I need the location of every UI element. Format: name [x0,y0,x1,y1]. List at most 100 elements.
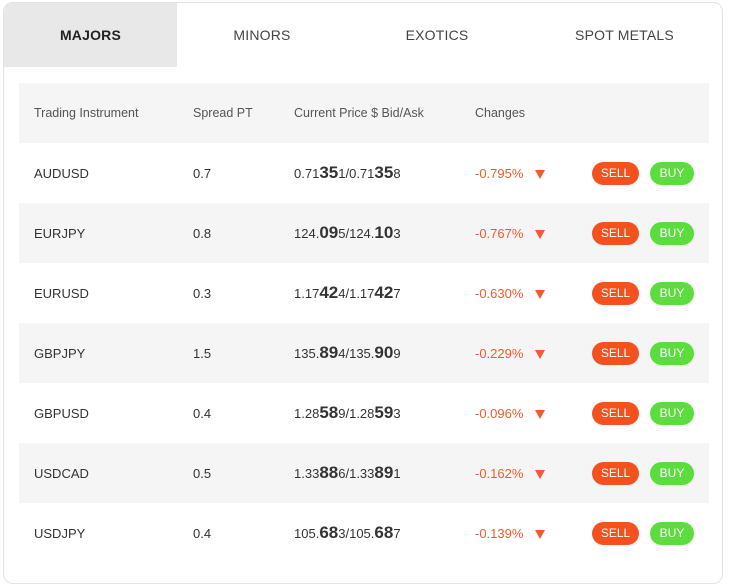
buy-button[interactable]: BUY [650,161,694,185]
tab-spot-metals[interactable]: SPOT METALS [527,3,722,67]
ask-pips: 35 [374,163,394,182]
trade-actions: SELL BUY [578,401,709,425]
ask-pips: 59 [374,403,394,422]
bid-ask-price: 124.095/124.103 [279,223,460,243]
bid-ask-price: 135.894/135.909 [279,343,460,363]
sell-button[interactable]: SELL [592,281,639,305]
change-value: -0.229% [475,345,524,361]
table-row: GBPUSD 0.4 1.28589/1.28593 -0.096% SELL BUY [19,383,709,443]
buy-button[interactable]: BUY [650,341,694,365]
category-tabs: MAJORS MINORS EXOTICS SPOT METALS [4,3,722,67]
change-cell: -0.096% [460,406,578,421]
bid-prefix: 1.28 [294,406,320,421]
sell-button[interactable]: SELL [592,341,639,365]
bid-prefix: 0.71 [294,166,320,181]
spread-value: 1.5 [193,345,212,361]
ask-pips: 68 [374,523,394,542]
table-header: Trading Instrument Spread PT Current Pri… [19,83,709,143]
bid-pips: 09 [319,223,339,242]
instrument-name: USDCAD [34,465,89,481]
tab-exotics[interactable]: EXOTICS [347,3,527,67]
change-value: -0.162% [475,465,524,481]
instrument-name: AUDUSD [34,165,89,181]
down-triangle-icon [535,469,546,479]
change-value: -0.139% [475,525,524,541]
instruments-table: Trading Instrument Spread PT Current Pri… [19,83,709,563]
table-body: AUDUSD 0.7 0.71351/0.71358 -0.795% SELL BUY EU… [19,143,709,563]
change-value: -0.630% [475,285,524,301]
bid-pips: 68 [319,523,339,542]
ask-prefix: 1.28 [349,406,375,421]
table-row: AUDUSD 0.7 0.71351/0.71358 -0.795% SELL BUY [19,143,709,203]
tab-majors[interactable]: MAJORS [4,3,177,67]
bid-ask-price: 1.33886/1.33891 [279,463,460,483]
ask-suffix: 1 [393,466,401,481]
spread-value: 0.7 [193,165,212,181]
bid-ask-price: 0.71351/0.71358 [279,163,460,183]
bid-pips: 42 [319,283,339,302]
header-price: Current Price $ Bid/Ask [294,106,424,120]
change-cell: -0.795% [460,166,578,181]
change-cell: -0.162% [460,466,578,481]
ask-suffix: 7 [393,286,401,301]
bid-prefix: 1.17 [294,286,320,301]
spread-value: 0.4 [193,525,212,541]
tab-minors[interactable]: MINORS [177,3,347,67]
instrument-name: EURJPY [34,225,86,241]
bid-pips: 35 [319,163,339,182]
bid-prefix: 124. [294,226,320,241]
change-cell: -0.229% [460,346,578,361]
buy-button[interactable]: BUY [650,521,694,545]
trade-actions: SELL BUY [578,161,709,185]
trade-actions: SELL BUY [578,341,709,365]
change-value: -0.767% [475,225,524,241]
table-row: USDJPY 0.4 105.683/105.687 -0.139% SELL BUY [19,503,709,563]
trade-actions: SELL BUY [578,461,709,485]
header-instrument: Trading Instrument [34,106,139,120]
ask-prefix: 1.33 [349,466,375,481]
table-row: GBPJPY 1.5 135.894/135.909 -0.229% SELL BUY [19,323,709,383]
bid-pips: 89 [319,343,339,362]
spread-value: 0.4 [193,405,212,421]
bid-ask-price: 1.28589/1.28593 [279,403,460,423]
instrument-name: GBPJPY [34,345,86,361]
change-cell: -0.139% [460,526,578,541]
ask-pips: 89 [374,463,394,482]
ask-prefix: 1.17 [349,286,375,301]
down-triangle-icon [535,349,546,359]
ask-suffix: 9 [393,346,401,361]
buy-button[interactable]: BUY [650,221,694,245]
ask-prefix: 105. [349,526,375,541]
bid-ask-price: 1.17424/1.17427 [279,283,460,303]
down-triangle-icon [535,289,546,299]
ask-suffix: 3 [393,406,401,421]
spread-value: 0.8 [193,225,212,241]
bid-pips: 58 [319,403,339,422]
ask-pips: 10 [374,223,394,242]
buy-button[interactable]: BUY [650,461,694,485]
sell-button[interactable]: SELL [592,521,639,545]
buy-button[interactable]: BUY [650,401,694,425]
change-value: -0.096% [475,405,524,421]
buy-button[interactable]: BUY [650,281,694,305]
ask-suffix: 8 [393,166,401,181]
sell-button[interactable]: SELL [592,461,639,485]
down-triangle-icon [535,529,546,539]
table-row: EURJPY 0.8 124.095/124.103 -0.767% SELL BUY [19,203,709,263]
sell-button[interactable]: SELL [592,161,639,185]
ask-pips: 42 [374,283,394,302]
sell-button[interactable]: SELL [592,221,639,245]
ask-prefix: 0.71 [349,166,375,181]
bid-ask-price: 105.683/105.687 [279,523,460,543]
bid-prefix: 105. [294,526,320,541]
table-row: EURUSD 0.3 1.17424/1.17427 -0.630% SELL BUY [19,263,709,323]
bid-pips: 88 [319,463,339,482]
sell-button[interactable]: SELL [592,401,639,425]
ask-pips: 90 [374,343,394,362]
bid-prefix: 135. [294,346,320,361]
instrument-name: GBPUSD [34,405,89,421]
trade-actions: SELL BUY [578,521,709,545]
ask-suffix: 7 [393,526,401,541]
spread-value: 0.3 [193,285,212,301]
header-spread: Spread PT [193,106,253,120]
